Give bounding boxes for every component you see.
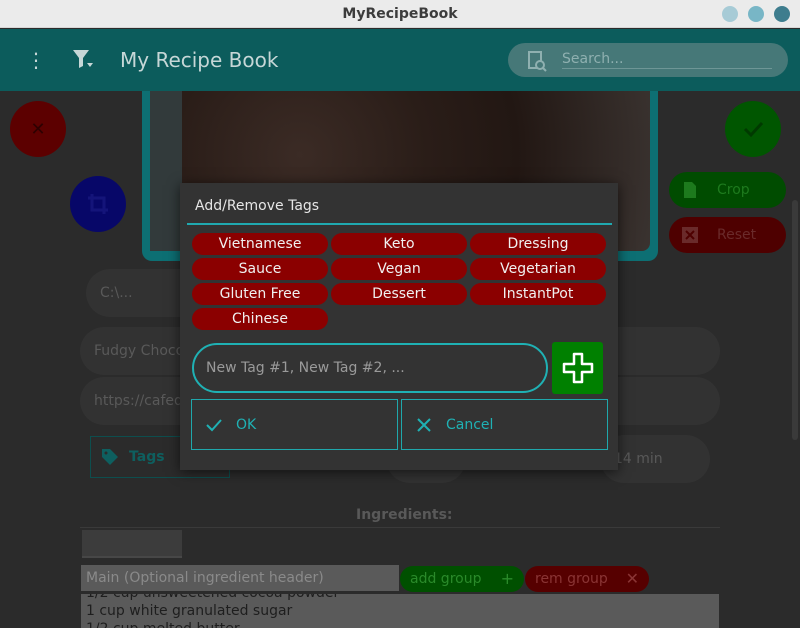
reset-label: Reset bbox=[717, 227, 757, 243]
ingredients-title: Ingredients: bbox=[356, 507, 453, 523]
check-icon bbox=[743, 121, 764, 138]
app-title: My Recipe Book bbox=[120, 48, 279, 72]
reset-button[interactable]: Reset bbox=[669, 217, 786, 253]
tag-chip[interactable]: Vietnamese bbox=[192, 233, 328, 255]
filter-icon[interactable] bbox=[70, 45, 96, 73]
tag-chip[interactable]: Keto bbox=[331, 233, 467, 255]
remove-group-label: rem group bbox=[535, 571, 608, 587]
save-button[interactable] bbox=[725, 101, 781, 157]
photo-side-panel bbox=[150, 91, 182, 251]
ingredient-line: 1 cup white granulated sugar bbox=[86, 603, 293, 619]
crop-fab-button[interactable] bbox=[70, 176, 126, 232]
add-group-label: add group bbox=[410, 571, 482, 587]
ingredients-textarea[interactable]: 1/2 cup unsweetened cocoa powder 1 cup w… bbox=[81, 594, 719, 628]
tag-chip[interactable]: Vegan bbox=[331, 258, 467, 280]
close-icon bbox=[417, 417, 431, 432]
tag-chip[interactable]: InstantPot bbox=[470, 283, 606, 305]
app-header: ⋮ My Recipe Book bbox=[0, 29, 800, 91]
document-icon bbox=[681, 181, 699, 199]
page-scrollbar[interactable] bbox=[792, 200, 798, 440]
cancel-button[interactable]: Cancel bbox=[401, 399, 608, 450]
tag-chip[interactable]: Chinese bbox=[192, 308, 328, 330]
cancel-label: Cancel bbox=[446, 416, 494, 433]
new-tag-field[interactable] bbox=[192, 343, 548, 393]
tag-chip[interactable]: Vegetarian bbox=[470, 258, 606, 280]
divider bbox=[80, 527, 720, 528]
close-icon: ✕ bbox=[30, 118, 46, 140]
close-box-icon bbox=[681, 226, 699, 244]
menu-icon[interactable]: ⋮ bbox=[26, 47, 46, 73]
tag-chip[interactable]: Dessert bbox=[331, 283, 467, 305]
search-input[interactable] bbox=[562, 49, 772, 69]
tag-icon bbox=[101, 448, 119, 466]
ok-label: OK bbox=[236, 416, 257, 433]
check-icon bbox=[206, 418, 222, 431]
ingredient-line: 1/2 cup unsweetened cocoa powder bbox=[86, 594, 719, 602]
tag-chip[interactable]: Gluten Free bbox=[192, 283, 328, 305]
remove-group-button[interactable]: rem group ✕ bbox=[525, 566, 649, 592]
dialog-title-underline bbox=[187, 223, 612, 225]
search-bar[interactable] bbox=[508, 43, 788, 77]
crop-label: Crop bbox=[717, 182, 750, 198]
maximize-button[interactable] bbox=[748, 6, 764, 22]
search-icon bbox=[526, 50, 548, 72]
add-tag-button[interactable] bbox=[552, 342, 603, 394]
ingredient-group-tab[interactable] bbox=[82, 530, 182, 558]
add-group-button[interactable]: add group + bbox=[400, 566, 524, 592]
ingredient-header-input[interactable]: Main (Optional ingredient header) bbox=[81, 565, 399, 591]
tag-chip[interactable]: Sauce bbox=[192, 258, 328, 280]
window-title: MyRecipeBook bbox=[342, 6, 458, 22]
minimize-button[interactable] bbox=[722, 6, 738, 22]
tag-chip[interactable]: Dressing bbox=[470, 233, 606, 255]
ingredient-line: 1/2 cup melted butter bbox=[86, 620, 719, 628]
crop-button[interactable]: Crop bbox=[669, 172, 786, 208]
close-icon: ✕ bbox=[625, 569, 639, 588]
window-titlebar: MyRecipeBook bbox=[0, 0, 800, 28]
new-tag-input[interactable] bbox=[206, 357, 526, 379]
plus-icon bbox=[562, 352, 593, 384]
tags-dialog: Add/Remove Tags Vietnamese Keto Dressing… bbox=[180, 183, 618, 470]
dialog-title: Add/Remove Tags bbox=[195, 198, 320, 214]
crop-icon bbox=[88, 194, 108, 214]
discard-button[interactable]: ✕ bbox=[10, 101, 66, 157]
ok-button[interactable]: OK bbox=[191, 399, 398, 450]
plus-icon: + bbox=[500, 569, 514, 588]
tags-label: Tags bbox=[129, 449, 165, 465]
close-window-button[interactable] bbox=[774, 6, 790, 22]
